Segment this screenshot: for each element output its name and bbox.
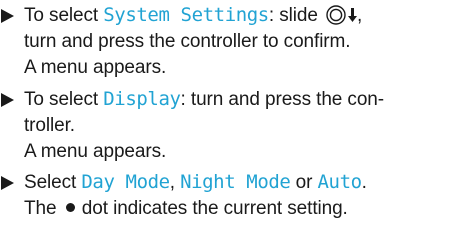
instruction-step-2: To select Display: turn and press the co… xyxy=(0,86,463,165)
auto-option: Auto xyxy=(317,171,363,193)
instruction-list: To select System Settings: slide , turn … xyxy=(0,0,463,250)
system-settings-menu-item: System Settings xyxy=(103,4,269,26)
arrow-down-icon xyxy=(347,6,357,24)
instruction-step-3: Select Day Mode, Night Mode or Auto. The… xyxy=(0,169,463,222)
controller-icon xyxy=(326,5,346,25)
triangle-bullet-icon xyxy=(1,9,14,23)
step-1-text-b: : slide xyxy=(268,5,323,26)
step-2-line-1: To select Display: turn and press the co… xyxy=(24,86,463,113)
step-2-text-b: : turn and press the con- xyxy=(180,89,385,110)
display-menu-item: Display xyxy=(103,88,181,110)
step-3-text-a: Select xyxy=(24,172,82,193)
step-3-line-2: The dot indicates the current setting. xyxy=(24,196,463,222)
step-1-line-2: turn and press the controller to confirm… xyxy=(24,31,351,52)
step-3-text-rest: dot indicates the current setting. xyxy=(76,198,348,219)
instruction-step-1: To select System Settings: slide , turn … xyxy=(0,2,463,81)
step-2-text-a: To select xyxy=(24,89,104,110)
step-1-line-3: A menu appears. xyxy=(24,57,167,78)
step-3-text-the: The xyxy=(24,198,62,219)
day-mode-option: Day Mode xyxy=(81,171,170,193)
step-1-text-a: To select xyxy=(24,5,104,26)
filled-dot-icon xyxy=(65,203,75,212)
step-1-line-1: To select System Settings: slide , xyxy=(24,2,463,29)
step-3-sep-2: or xyxy=(290,172,318,193)
step-3-end: . xyxy=(361,172,367,193)
triangle-bullet-icon xyxy=(1,93,14,107)
step-2-line-2: troller. xyxy=(24,115,75,136)
triangle-bullet-icon xyxy=(1,176,14,190)
step-3-line-1: Select Day Mode, Night Mode or Auto. xyxy=(24,169,463,196)
night-mode-option: Night Mode xyxy=(180,171,291,193)
step-2-line-3: A menu appears. xyxy=(24,141,167,162)
step-3-sep-1: , xyxy=(169,172,181,193)
step-1-text-c: , xyxy=(356,5,363,26)
